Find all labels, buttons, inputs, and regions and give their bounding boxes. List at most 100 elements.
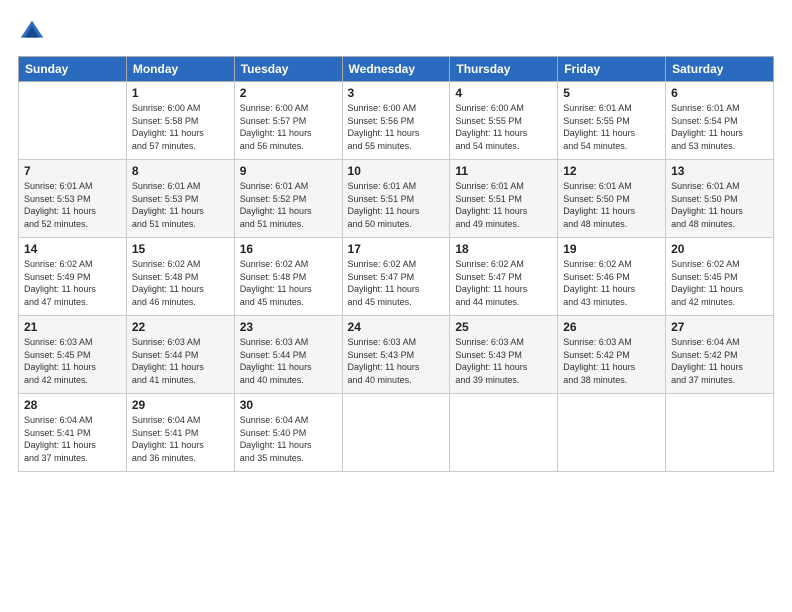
- day-info: Sunrise: 6:02 AM Sunset: 5:48 PM Dayligh…: [240, 258, 337, 308]
- table-row: 26Sunrise: 6:03 AM Sunset: 5:42 PM Dayli…: [558, 316, 666, 394]
- table-row: 30 Sunrise: 6:04 AM Sunset: 5:40 PM Dayli…: [234, 394, 342, 472]
- table-row: 18 Sunrise: 6:02 AM Sunset: 5:47 PM Dayli…: [450, 238, 558, 316]
- day-info: Sunrise: 6:02 AM Sunset: 5:47 PM Dayligh…: [348, 258, 445, 308]
- table-row: 16 Sunrise: 6:02 AM Sunset: 5:48 PM Dayli…: [234, 238, 342, 316]
- day-info: Sunrise: 6:00 AM Sunset: 5:55 PM Dayligh…: [455, 102, 552, 152]
- table-row: 14Sunrise: 6:02 AM Sunset: 5:49 PM Dayli…: [19, 238, 127, 316]
- header-sunday: Sunday: [19, 57, 127, 82]
- table-row: 17 Sunrise: 6:02 AM Sunset: 5:47 PM Dayli…: [342, 238, 450, 316]
- table-row: 11 Sunrise: 6:01 AM Sunset: 5:51 PM Dayli…: [450, 160, 558, 238]
- day-number: 8: [132, 164, 229, 178]
- day-info: Sunrise: 6:02 AM Sunset: 5:47 PM Dayligh…: [455, 258, 552, 308]
- logo: [18, 18, 50, 46]
- day-number: 4: [455, 86, 552, 100]
- table-row: [558, 394, 666, 472]
- header-monday: Monday: [126, 57, 234, 82]
- table-row: 4 Sunrise: 6:00 AM Sunset: 5:55 PM Daylig…: [450, 82, 558, 160]
- day-number: 10: [348, 164, 445, 178]
- calendar-week-row: 7 Sunrise: 6:01 AM Sunset: 5:53 PM Daylig…: [19, 160, 774, 238]
- day-info: Sunrise: 6:01 AM Sunset: 5:53 PM Dayligh…: [132, 180, 229, 230]
- logo-icon: [18, 18, 46, 46]
- calendar-week-row: 1 Sunrise: 6:00 AM Sunset: 5:58 PM Daylig…: [19, 82, 774, 160]
- table-row: 23Sunrise: 6:03 AM Sunset: 5:44 PM Dayli…: [234, 316, 342, 394]
- day-number: 22: [132, 320, 229, 334]
- day-number: 5: [563, 86, 660, 100]
- table-row: 12 Sunrise: 6:01 AM Sunset: 5:50 PM Dayli…: [558, 160, 666, 238]
- day-number: 17: [348, 242, 445, 256]
- day-number: 1: [132, 86, 229, 100]
- day-number: 29: [132, 398, 229, 412]
- day-info: Sunrise: 6:04 AM Sunset: 5:40 PM Dayligh…: [240, 414, 337, 464]
- table-row: [450, 394, 558, 472]
- day-info: Sunrise: 6:04 AM Sunset: 5:42 PM Dayligh…: [671, 336, 768, 386]
- day-info: Sunrise: 6:00 AM Sunset: 5:56 PM Dayligh…: [348, 102, 445, 152]
- header-thursday: Thursday: [450, 57, 558, 82]
- table-row: 7 Sunrise: 6:01 AM Sunset: 5:53 PM Daylig…: [19, 160, 127, 238]
- day-number: 19: [563, 242, 660, 256]
- header-tuesday: Tuesday: [234, 57, 342, 82]
- day-number: 15: [132, 242, 229, 256]
- day-number: 25: [455, 320, 552, 334]
- table-row: 24 Sunrise: 6:03 AM Sunset: 5:43 PM Dayli…: [342, 316, 450, 394]
- day-info: Sunrise: 6:03 AM Sunset: 5:45 PM Dayligh…: [24, 336, 121, 386]
- day-number: 6: [671, 86, 768, 100]
- day-number: 3: [348, 86, 445, 100]
- day-info: Sunrise: 6:03 AM Sunset: 5:43 PM Dayligh…: [455, 336, 552, 386]
- day-info: Sunrise: 6:03 AM Sunset: 5:44 PM Dayligh…: [132, 336, 229, 386]
- day-number: 12: [563, 164, 660, 178]
- calendar-week-row: 21 Sunrise: 6:03 AM Sunset: 5:45 PM Dayli…: [19, 316, 774, 394]
- table-row: [342, 394, 450, 472]
- table-row: 8 Sunrise: 6:01 AM Sunset: 5:53 PM Daylig…: [126, 160, 234, 238]
- table-row: 15 Sunrise: 6:02 AM Sunset: 5:48 PM Dayli…: [126, 238, 234, 316]
- day-info: Sunrise: 6:00 AM Sunset: 5:57 PM Dayligh…: [240, 102, 337, 152]
- day-info: Sunrise: 6:01 AM Sunset: 5:53 PM Dayligh…: [24, 180, 121, 230]
- day-number: 11: [455, 164, 552, 178]
- table-row: 13 Sunrise: 6:01 AM Sunset: 5:50 PM Dayli…: [666, 160, 774, 238]
- header-wednesday: Wednesday: [342, 57, 450, 82]
- day-number: 24: [348, 320, 445, 334]
- day-info: Sunrise: 6:02 AM Sunset: 5:49 PM Dayligh…: [24, 258, 121, 308]
- day-info: Sunrise: 6:02 AM Sunset: 5:48 PM Dayligh…: [132, 258, 229, 308]
- header: [18, 18, 774, 46]
- day-info: Sunrise: 6:01 AM Sunset: 5:55 PM Dayligh…: [563, 102, 660, 152]
- day-info: Sunrise: 6:03 AM Sunset: 5:43 PM Dayligh…: [348, 336, 445, 386]
- table-row: [666, 394, 774, 472]
- table-row: 5 Sunrise: 6:01 AM Sunset: 5:55 PM Daylig…: [558, 82, 666, 160]
- table-row: 25 Sunrise: 6:03 AM Sunset: 5:43 PM Dayli…: [450, 316, 558, 394]
- table-row: 29Sunrise: 6:04 AM Sunset: 5:41 PM Dayli…: [126, 394, 234, 472]
- day-info: Sunrise: 6:01 AM Sunset: 5:52 PM Dayligh…: [240, 180, 337, 230]
- day-number: 16: [240, 242, 337, 256]
- day-number: 2: [240, 86, 337, 100]
- day-number: 21: [24, 320, 121, 334]
- calendar-week-row: 28Sunrise: 6:04 AM Sunset: 5:41 PM Dayli…: [19, 394, 774, 472]
- day-number: 13: [671, 164, 768, 178]
- day-info: Sunrise: 6:02 AM Sunset: 5:45 PM Dayligh…: [671, 258, 768, 308]
- table-row: 10 Sunrise: 6:01 AM Sunset: 5:51 PM Dayli…: [342, 160, 450, 238]
- day-number: 7: [24, 164, 121, 178]
- day-number: 27: [671, 320, 768, 334]
- day-number: 9: [240, 164, 337, 178]
- table-row: 19 Sunrise: 6:02 AM Sunset: 5:46 PM Dayli…: [558, 238, 666, 316]
- day-info: Sunrise: 6:01 AM Sunset: 5:54 PM Dayligh…: [671, 102, 768, 152]
- table-row: [19, 82, 127, 160]
- day-info: Sunrise: 6:01 AM Sunset: 5:51 PM Dayligh…: [455, 180, 552, 230]
- table-row: 2 Sunrise: 6:00 AM Sunset: 5:57 PM Daylig…: [234, 82, 342, 160]
- table-row: 22 Sunrise: 6:03 AM Sunset: 5:44 PM Dayli…: [126, 316, 234, 394]
- day-number: 18: [455, 242, 552, 256]
- calendar-table: Sunday Monday Tuesday Wednesday Thursday…: [18, 56, 774, 472]
- table-row: 20Sunrise: 6:02 AM Sunset: 5:45 PM Dayli…: [666, 238, 774, 316]
- table-row: 28Sunrise: 6:04 AM Sunset: 5:41 PM Dayli…: [19, 394, 127, 472]
- day-info: Sunrise: 6:01 AM Sunset: 5:50 PM Dayligh…: [563, 180, 660, 230]
- table-row: 21 Sunrise: 6:03 AM Sunset: 5:45 PM Dayli…: [19, 316, 127, 394]
- day-info: Sunrise: 6:04 AM Sunset: 5:41 PM Dayligh…: [24, 414, 121, 464]
- day-info: Sunrise: 6:01 AM Sunset: 5:50 PM Dayligh…: [671, 180, 768, 230]
- page: Sunday Monday Tuesday Wednesday Thursday…: [0, 0, 792, 612]
- day-info: Sunrise: 6:01 AM Sunset: 5:51 PM Dayligh…: [348, 180, 445, 230]
- day-info: Sunrise: 6:02 AM Sunset: 5:46 PM Dayligh…: [563, 258, 660, 308]
- table-row: 3 Sunrise: 6:00 AM Sunset: 5:56 PM Daylig…: [342, 82, 450, 160]
- day-number: 30: [240, 398, 337, 412]
- day-info: Sunrise: 6:00 AM Sunset: 5:58 PM Dayligh…: [132, 102, 229, 152]
- day-info: Sunrise: 6:03 AM Sunset: 5:44 PM Dayligh…: [240, 336, 337, 386]
- day-info: Sunrise: 6:03 AM Sunset: 5:42 PM Dayligh…: [563, 336, 660, 386]
- table-row: 27 Sunrise: 6:04 AM Sunset: 5:42 PM Dayli…: [666, 316, 774, 394]
